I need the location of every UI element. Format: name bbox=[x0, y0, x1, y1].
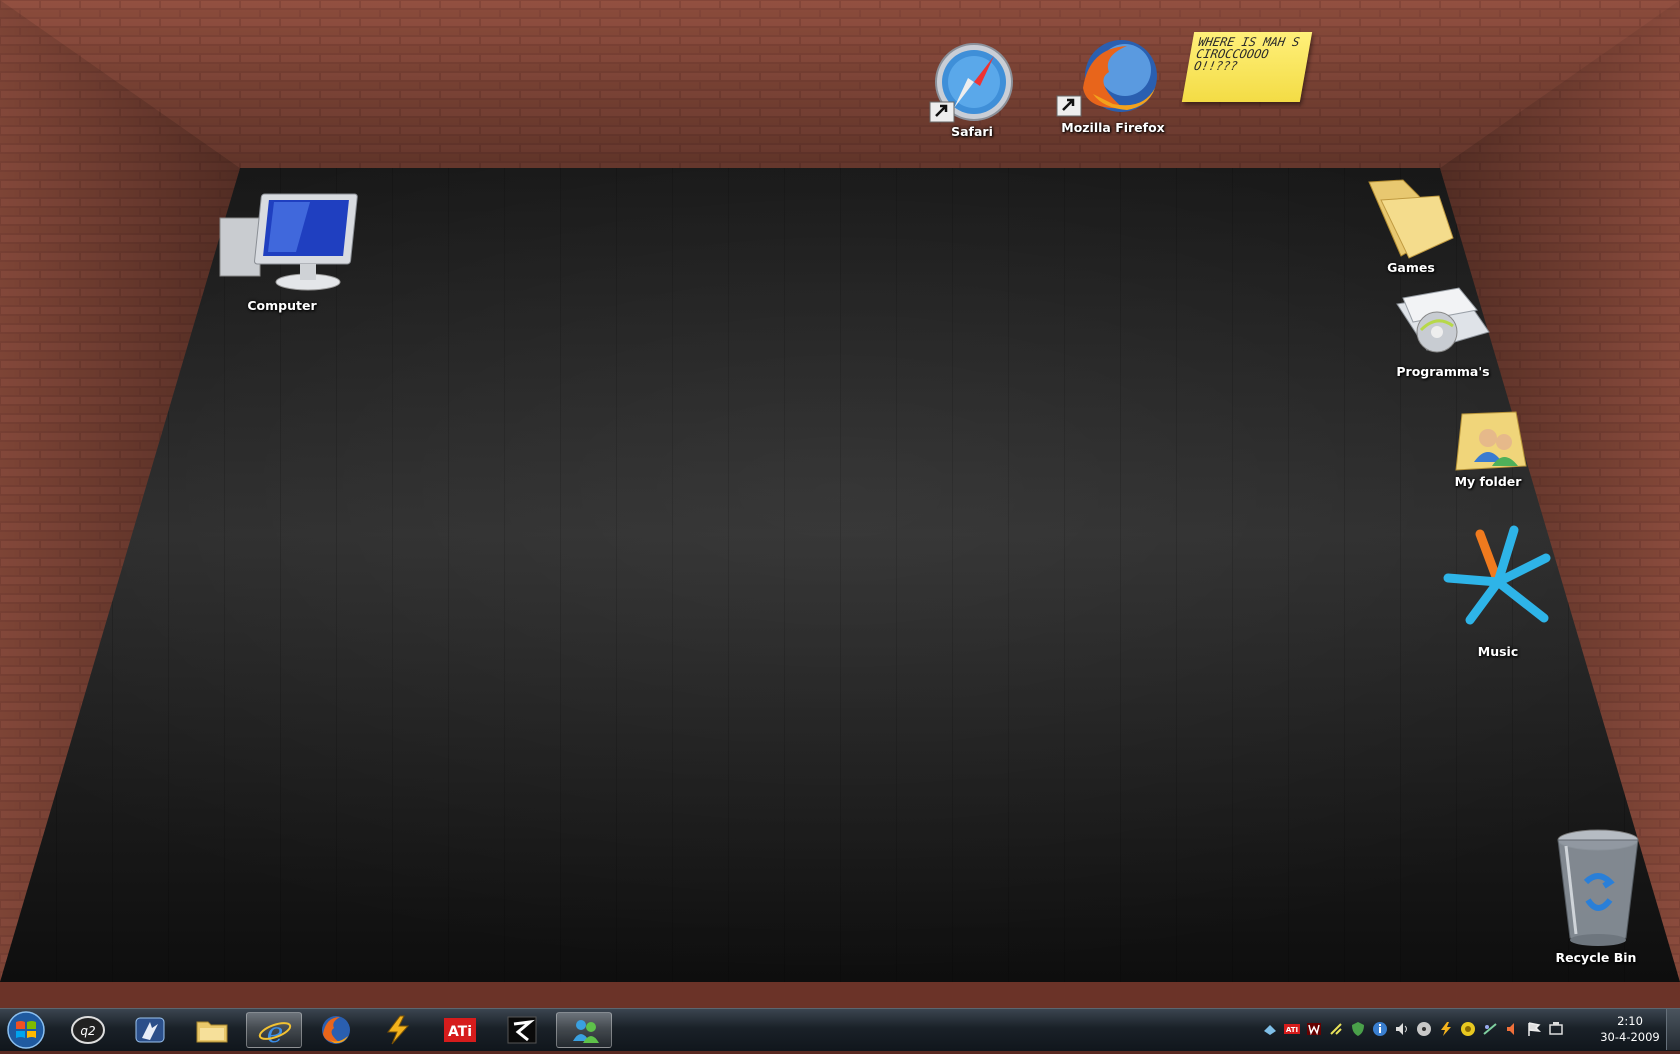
folder-icon bbox=[196, 1021, 228, 1043]
info-icon[interactable] bbox=[1372, 1021, 1388, 1037]
ati-logo-icon: ATi bbox=[444, 1018, 476, 1042]
music-star-icon bbox=[1443, 525, 1551, 625]
start-button[interactable] bbox=[4, 1010, 48, 1050]
svg-text:e: e bbox=[267, 1016, 284, 1047]
desktop-icon-games[interactable]: Games bbox=[1356, 178, 1466, 275]
taskbar-winamp[interactable] bbox=[370, 1012, 426, 1048]
firefox-icon bbox=[322, 1016, 350, 1044]
user-folder-icon bbox=[1455, 411, 1527, 471]
taskbar-explorer[interactable] bbox=[184, 1012, 240, 1048]
speaker-icon[interactable] bbox=[1504, 1021, 1520, 1037]
taskbar-q2-app[interactable]: q2 bbox=[60, 1012, 116, 1048]
network-icon[interactable] bbox=[1262, 1021, 1278, 1037]
w-icon[interactable] bbox=[1306, 1021, 1322, 1037]
desktop-icon-label: Games bbox=[1387, 260, 1435, 275]
desktop-wallpaper bbox=[0, 0, 1680, 1008]
action-center-icon[interactable] bbox=[1548, 1021, 1564, 1037]
coin-icon[interactable] bbox=[1460, 1021, 1476, 1037]
svg-text:ATi: ATi bbox=[448, 1024, 472, 1040]
desktop-icon-programs[interactable]: Programma's bbox=[1383, 284, 1503, 379]
recycle-bin-icon bbox=[1557, 829, 1639, 946]
disc-icon[interactable] bbox=[1416, 1021, 1432, 1037]
firefox-icon bbox=[1056, 40, 1157, 117]
windows-start-orb-icon bbox=[7, 1011, 45, 1049]
desktop-icon-computer[interactable]: Computer bbox=[212, 190, 358, 313]
desktop-icon-my-folder[interactable]: My folder bbox=[1428, 410, 1548, 489]
desktop-icon-firefox[interactable]: Mozilla Firefox bbox=[1040, 38, 1186, 135]
messenger-icon bbox=[573, 1020, 599, 1043]
app-icon bbox=[135, 1017, 165, 1043]
clock[interactable]: 2:10 30-4-2009 bbox=[1594, 1013, 1666, 1045]
taskbar-messenger[interactable] bbox=[556, 1012, 612, 1048]
desktop-icon-label: My folder bbox=[1454, 474, 1522, 489]
desktop-icon-label: Recycle Bin bbox=[1555, 950, 1637, 965]
ati-icon[interactable]: ATI bbox=[1284, 1021, 1300, 1037]
q2-app-icon: q2 bbox=[71, 1016, 105, 1044]
lightning-icon bbox=[387, 1015, 410, 1045]
svg-text:ATI: ATI bbox=[1286, 1026, 1298, 1034]
clock-time: 2:10 bbox=[1617, 1014, 1643, 1028]
desktop-icon-label: Mozilla Firefox bbox=[1061, 120, 1165, 135]
clock-date: 30-4-2009 bbox=[1600, 1030, 1660, 1044]
shield-icon[interactable] bbox=[1350, 1021, 1366, 1037]
computer-monitor-icon bbox=[219, 193, 358, 291]
sticky-note[interactable]: WHERE IS MAH SCIROCCOOOOO!!??? bbox=[1181, 32, 1313, 102]
ie-icon: e bbox=[258, 1016, 292, 1047]
volume-icon[interactable] bbox=[1394, 1021, 1410, 1037]
desktop-icon-safari[interactable]: Safari bbox=[912, 42, 1032, 139]
lightning-icon[interactable] bbox=[1438, 1021, 1454, 1037]
desktop-icon-label: Computer bbox=[247, 298, 317, 313]
taskbar-app-8[interactable] bbox=[494, 1012, 550, 1048]
desktop-icon-recycle-bin[interactable]: Recycle Bin bbox=[1526, 826, 1666, 965]
programs-folder-icon bbox=[1396, 287, 1490, 353]
svg-text:q2: q2 bbox=[80, 1024, 95, 1038]
desktop-icon-label: Safari bbox=[951, 124, 993, 139]
taskbar-firefox[interactable] bbox=[308, 1012, 364, 1048]
desktop-icon-label: Music bbox=[1477, 644, 1519, 659]
folder-icon bbox=[1368, 179, 1454, 259]
app-icon bbox=[507, 1016, 537, 1044]
desktop-icon-label: Programma's bbox=[1396, 364, 1490, 379]
show-desktop-button[interactable] bbox=[1666, 1009, 1680, 1050]
flag-icon[interactable] bbox=[1526, 1021, 1542, 1037]
taskbar-internet-explorer[interactable]: e bbox=[246, 1012, 302, 1048]
antenna-icon[interactable] bbox=[1328, 1021, 1344, 1037]
taskbar-app-2[interactable] bbox=[122, 1012, 178, 1048]
taskbar-ati[interactable]: ATi bbox=[432, 1012, 488, 1048]
safari-compass-icon bbox=[929, 43, 1013, 123]
network-status-icon[interactable] bbox=[1482, 1021, 1498, 1037]
desktop-icon-music[interactable]: Music bbox=[1438, 520, 1558, 659]
